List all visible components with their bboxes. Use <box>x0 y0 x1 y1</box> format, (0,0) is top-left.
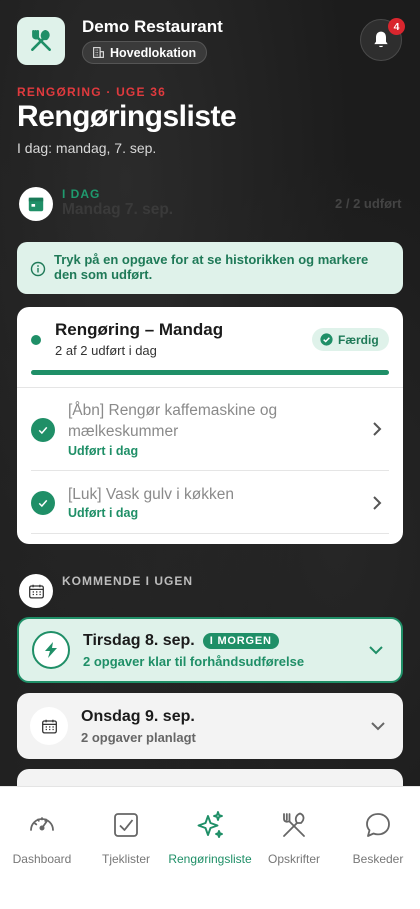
checklist-card: Rengøring – Mandag 2 af 2 udført i dag F… <box>17 307 403 544</box>
restaurant-logo[interactable] <box>17 17 65 65</box>
day-card-tomorrow[interactable]: Tirsdag 8. sep. I MORGEN 2 opgaver klar … <box>17 617 403 683</box>
restaurant-name: Demo Restaurant <box>82 17 223 36</box>
status-dot <box>31 335 41 345</box>
bottom-navigation: Dashboard Tjeklister Rengøringsliste Ops… <box>0 786 420 909</box>
task-row[interactable]: [Luk] Vask gulv i køkken Udført i dag <box>17 471 403 533</box>
nav-label: Opskrifter <box>267 852 320 866</box>
day-subtitle: 2 opgaver klar til forhåndsudførelse <box>83 653 305 669</box>
bolt-icon-wrap <box>32 631 70 669</box>
calendar-icon-wrap <box>30 707 68 745</box>
day-subtitle: 2 opgaver planlagt <box>81 729 196 745</box>
nav-label: Tjeklister <box>101 852 150 866</box>
page-title: Rengøringsliste <box>17 100 237 133</box>
tomorrow-badge: I MORGEN <box>202 632 279 649</box>
info-icon <box>30 261 46 277</box>
upcoming-label: KOMMENDE I UGEN <box>62 574 194 588</box>
nav-item-dashboard[interactable]: Dashboard <box>0 787 84 909</box>
task-name: [Luk] Vask gulv i køkken <box>68 486 234 503</box>
today-calendar-icon-wrap <box>19 187 53 221</box>
section-eyebrow: RENGØRING · UGE 36 <box>17 85 166 99</box>
nav-label: Dashboard <box>12 852 72 866</box>
gauge-icon <box>30 817 54 831</box>
day-card-wednesday[interactable]: Onsdag 9. sep. 2 opgaver planlagt <box>17 693 403 759</box>
check-circle-icon <box>320 333 333 346</box>
nav-label: Beskeder <box>352 852 404 866</box>
nav-item-recipes[interactable]: Opskrifter <box>252 787 336 909</box>
task-status: Udført i dag <box>68 506 139 520</box>
bolt-icon <box>45 642 57 658</box>
calendar-grid-icon <box>28 584 44 599</box>
upcoming-calendar-icon-wrap <box>19 574 53 608</box>
bell-icon <box>374 31 388 48</box>
today-label: I DAG <box>62 187 101 201</box>
calendar-icon <box>28 197 44 212</box>
checkbox-icon <box>114 813 138 837</box>
task-status: Udført i dag <box>68 444 139 458</box>
page-subtitle: I dag: mandag, 7. sep. <box>17 140 157 156</box>
calendar-grid-icon <box>41 719 57 734</box>
info-text: Tryk på en opgave for at se historikken … <box>54 252 369 282</box>
nav-item-checklists[interactable]: Tjeklister <box>84 787 168 909</box>
divider <box>31 533 389 534</box>
checklist-subtitle: 2 af 2 udført i dag <box>55 343 157 358</box>
task-row[interactable]: [Åbn] Rengør kaffemaskine og mælkeskumme… <box>17 388 403 470</box>
chevron-right-icon <box>373 496 382 510</box>
today-date: Mandag 7. sep. <box>62 201 174 218</box>
nav-label: Rengøringsliste <box>168 852 252 866</box>
utensils-icon <box>283 812 305 837</box>
notification-badge: 4 <box>388 18 405 35</box>
day-title: Onsdag 9. sep. <box>81 707 195 725</box>
location-selector[interactable]: Hovedlokation <box>82 41 208 64</box>
building-icon <box>93 47 104 58</box>
status-badge-label: Færdig <box>338 332 379 347</box>
chevron-right-icon <box>373 422 382 436</box>
nav-item-cleaning-list[interactable]: Rengøringsliste <box>168 787 252 909</box>
progress-bar-fill <box>31 370 389 375</box>
day-title: Tirsdag 8. sep. <box>83 631 195 649</box>
info-banner: Tryk på en opgave for at se historikken … <box>17 242 403 294</box>
chevron-down-icon <box>371 722 385 731</box>
today-progress-count: 2 / 2 udført <box>335 196 402 211</box>
task-done-check-icon <box>31 418 55 442</box>
task-done-check-icon <box>31 491 55 515</box>
chevron-down-icon <box>369 646 383 655</box>
progress-bar <box>31 370 389 375</box>
checklist-title: Rengøring – Mandag <box>55 320 224 339</box>
nav-item-messages[interactable]: Beskeder <box>336 787 420 909</box>
chat-bubble-icon <box>366 813 390 837</box>
task-name: [Åbn] Rengør kaffemaskine og mælkeskumme… <box>68 402 278 440</box>
sparkles-icon <box>197 811 223 838</box>
status-badge: Færdig <box>312 328 389 351</box>
location-label: Hovedlokation <box>110 45 197 60</box>
utensils-icon <box>31 29 51 51</box>
